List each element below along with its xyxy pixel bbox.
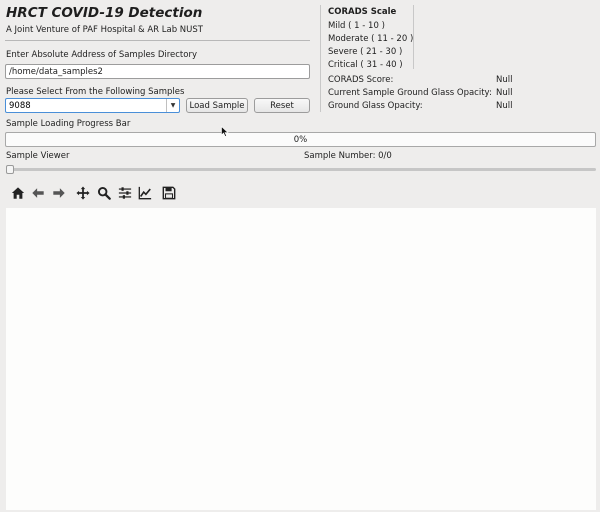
app-title: HRCT COVID-19 Detection [6,5,203,21]
sample-combobox-input[interactable] [6,99,162,112]
scale-item-moderate: Moderate ( 11 - 20 ) [328,34,414,44]
ggo-label: Ground Glass Opacity: [328,101,423,111]
sample-select-label: Please Select From the Following Samples [6,87,185,97]
pan-icon[interactable] [75,185,91,201]
title-divider [5,40,310,41]
current-ggo-value: Null [496,88,513,98]
home-icon[interactable] [10,185,26,201]
app-subtitle: A Joint Venture of PAF Hospital & AR Lab… [6,25,203,35]
scale-item-critical: Critical ( 31 - 40 ) [328,60,403,70]
sample-number: Sample Number: 0/0 [304,151,392,161]
corads-score-label: CORADS Score: [328,75,394,85]
corads-scale-title: CORADS Scale [328,7,397,17]
load-sample-button[interactable]: Load Sample [186,98,248,113]
configure-subplots-icon[interactable] [117,185,133,201]
sample-slider-track[interactable] [8,168,596,171]
progress-label: Sample Loading Progress Bar [6,119,131,129]
ggo-value: Null [496,101,513,111]
chevron-down-icon[interactable]: ▼ [166,99,179,112]
back-arrow-icon[interactable] [30,185,46,201]
current-ggo-label: Current Sample Ground Glass Opacity: [328,88,492,98]
scale-item-mild: Mild ( 1 - 10 ) [328,21,385,31]
directory-input[interactable] [5,64,310,79]
scale-item-severe: Severe ( 21 - 30 ) [328,47,403,57]
sample-viewer-canvas[interactable] [6,208,596,510]
sample-viewer-label: Sample Viewer [6,151,70,161]
reset-button[interactable]: Reset [254,98,310,113]
mouse-cursor-icon [221,125,229,137]
sample-slider-handle[interactable] [6,165,14,174]
corads-score-value: Null [496,75,513,85]
sample-combobox[interactable]: ▼ [5,98,180,113]
save-icon[interactable] [161,185,177,201]
directory-label: Enter Absolute Address of Samples Direct… [6,50,197,60]
panel-divider [320,5,321,112]
progress-bar: 0% [5,132,596,147]
forward-arrow-icon[interactable] [51,185,67,201]
edit-axis-icon[interactable] [137,185,153,201]
progress-text: 0% [293,135,308,145]
zoom-icon[interactable] [96,185,112,201]
